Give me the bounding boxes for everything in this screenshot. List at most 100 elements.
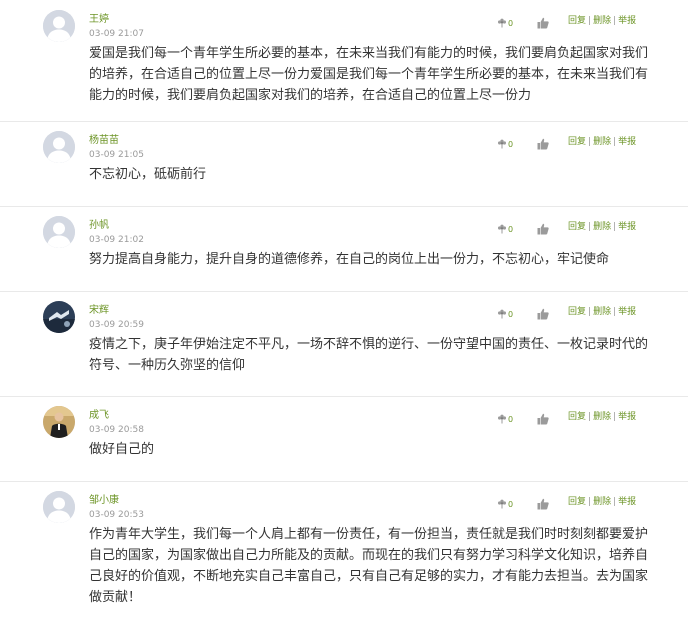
flower-count: 0 xyxy=(508,140,514,149)
action-separator: | xyxy=(588,16,592,26)
delete-link[interactable]: 删除 xyxy=(593,412,611,422)
default-avatar-icon xyxy=(43,131,75,163)
delete-link[interactable]: 删除 xyxy=(593,497,611,507)
like-button[interactable] xyxy=(537,495,549,510)
like-button[interactable] xyxy=(537,220,549,235)
flower-count: 0 xyxy=(508,225,514,234)
comment-author[interactable]: 成飞 xyxy=(89,410,109,422)
action-separator: | xyxy=(613,16,617,26)
comment-text: 作为青年大学生，我们每一个人肩上都有一份责任，有一份担当，责任就是我们时时刻刻都… xyxy=(89,527,649,605)
comment-actions: 回复 | 删除 | 举报 xyxy=(568,497,636,508)
action-separator: | xyxy=(613,412,617,422)
like-button[interactable] xyxy=(537,410,549,425)
report-link[interactable]: 举报 xyxy=(618,137,636,147)
flower-button[interactable]: 0 xyxy=(497,16,513,28)
delete-link[interactable]: 删除 xyxy=(593,307,611,317)
avatar[interactable] xyxy=(43,10,75,42)
thumbs-up-icon xyxy=(537,308,549,320)
like-button[interactable] xyxy=(537,14,549,29)
avatar[interactable] xyxy=(43,131,75,163)
delete-link[interactable]: 删除 xyxy=(593,222,611,232)
default-avatar-icon xyxy=(43,216,75,248)
flower-button[interactable]: 0 xyxy=(497,497,513,509)
report-link[interactable]: 举报 xyxy=(618,307,636,317)
comment-actions: 回复 | 删除 | 举报 xyxy=(568,412,636,423)
flower-count: 0 xyxy=(508,500,514,509)
action-separator: | xyxy=(613,497,617,507)
action-separator: | xyxy=(588,222,592,232)
comment-time: 03-09 20:59 xyxy=(89,320,144,330)
reply-link[interactable]: 回复 xyxy=(568,16,586,26)
comment-item: 邹小康 03-09 20:53 作为青年大学生，我们每一个人肩上都有一份责任，有… xyxy=(0,481,688,618)
comment-time: 03-09 21:07 xyxy=(89,29,144,39)
flower-icon xyxy=(498,139,506,149)
comment-author[interactable]: 宋辉 xyxy=(89,305,109,317)
reply-link[interactable]: 回复 xyxy=(568,497,586,507)
flower-icon xyxy=(498,309,506,319)
thumbs-up-icon xyxy=(537,17,549,29)
report-link[interactable]: 举报 xyxy=(618,16,636,26)
flower-count: 0 xyxy=(508,19,514,28)
report-link[interactable]: 举报 xyxy=(618,412,636,422)
reply-link[interactable]: 回复 xyxy=(568,307,586,317)
comment-item: 王婷 03-09 21:07 爱国是我们每一个青年学生所必要的基本，在未来当我们… xyxy=(0,0,688,122)
user-photo xyxy=(43,301,75,333)
avatar[interactable] xyxy=(43,301,75,333)
comment-time: 03-09 20:58 xyxy=(89,425,144,435)
comment-time: 03-09 21:05 xyxy=(89,150,144,160)
default-avatar-icon xyxy=(43,491,75,523)
comment-time: 03-09 21:02 xyxy=(89,235,144,245)
comment-actions: 回复 | 删除 | 举报 xyxy=(568,222,636,233)
default-avatar-icon xyxy=(43,10,75,42)
avatar[interactable] xyxy=(43,491,75,523)
comment-author[interactable]: 杨苗苗 xyxy=(89,135,119,147)
delete-link[interactable]: 删除 xyxy=(593,16,611,26)
reply-link[interactable]: 回复 xyxy=(568,222,586,232)
thumbs-up-icon xyxy=(537,223,549,235)
comment-text: 做好自己的 xyxy=(89,442,155,457)
flower-button[interactable]: 0 xyxy=(497,137,513,149)
report-link[interactable]: 举报 xyxy=(618,222,636,232)
thumbs-up-icon xyxy=(537,498,549,510)
comment-actions: 回复 | 删除 | 举报 xyxy=(568,137,636,148)
comment-item: 孙帆 03-09 21:02 努力提高自身能力，提升自身的道德修养，在自己的岗位… xyxy=(0,206,688,292)
comment-author[interactable]: 王婷 xyxy=(89,14,109,26)
comment-text: 努力提高自身能力，提升自身的道德修养，在自己的岗位上出一份力，不忘初心，牢记使命 xyxy=(89,252,610,267)
flower-button[interactable]: 0 xyxy=(497,222,513,234)
action-separator: | xyxy=(613,222,617,232)
delete-link[interactable]: 删除 xyxy=(593,137,611,147)
action-separator: | xyxy=(588,307,592,317)
flower-icon xyxy=(498,414,506,424)
avatar[interactable] xyxy=(43,406,75,438)
comment-item: 杨苗苗 03-09 21:05 不忘初心，砥砺前行 0 回复 | 删除 | 举报 xyxy=(0,121,688,207)
action-separator: | xyxy=(588,137,592,147)
flower-count: 0 xyxy=(508,415,514,424)
comment-time: 03-09 20:53 xyxy=(89,510,144,520)
thumbs-up-icon xyxy=(537,138,549,150)
like-button[interactable] xyxy=(537,135,549,150)
comment-text: 疫情之下，庚子年伊始注定不平凡，一场不辞不惧的逆行、一份守望中国的责任、一枚记录… xyxy=(89,337,649,373)
user-photo xyxy=(43,406,75,438)
reply-link[interactable]: 回复 xyxy=(568,137,586,147)
reply-link[interactable]: 回复 xyxy=(568,412,586,422)
comment-author[interactable]: 邹小康 xyxy=(89,495,119,507)
action-separator: | xyxy=(613,307,617,317)
like-button[interactable] xyxy=(537,305,549,320)
comment-actions: 回复 | 删除 | 举报 xyxy=(568,307,636,318)
comment-item: 宋辉 03-09 20:59 疫情之下，庚子年伊始注定不平凡，一场不辞不惧的逆行… xyxy=(0,291,688,397)
report-link[interactable]: 举报 xyxy=(618,497,636,507)
action-separator: | xyxy=(588,412,592,422)
flower-icon xyxy=(498,224,506,234)
action-separator: | xyxy=(613,137,617,147)
action-separator: | xyxy=(588,497,592,507)
flower-count: 0 xyxy=(508,310,514,319)
flower-button[interactable]: 0 xyxy=(497,307,513,319)
flower-icon xyxy=(498,18,506,28)
flower-button[interactable]: 0 xyxy=(497,412,513,424)
comment-author[interactable]: 孙帆 xyxy=(89,220,109,232)
thumbs-up-icon xyxy=(537,413,549,425)
comment-text: 爱国是我们每一个青年学生所必要的基本，在未来当我们有能力的时候，我们要肩负起国家… xyxy=(89,46,649,103)
avatar[interactable] xyxy=(43,216,75,248)
flower-icon xyxy=(498,499,506,509)
comment-actions: 回复 | 删除 | 举报 xyxy=(568,16,636,27)
